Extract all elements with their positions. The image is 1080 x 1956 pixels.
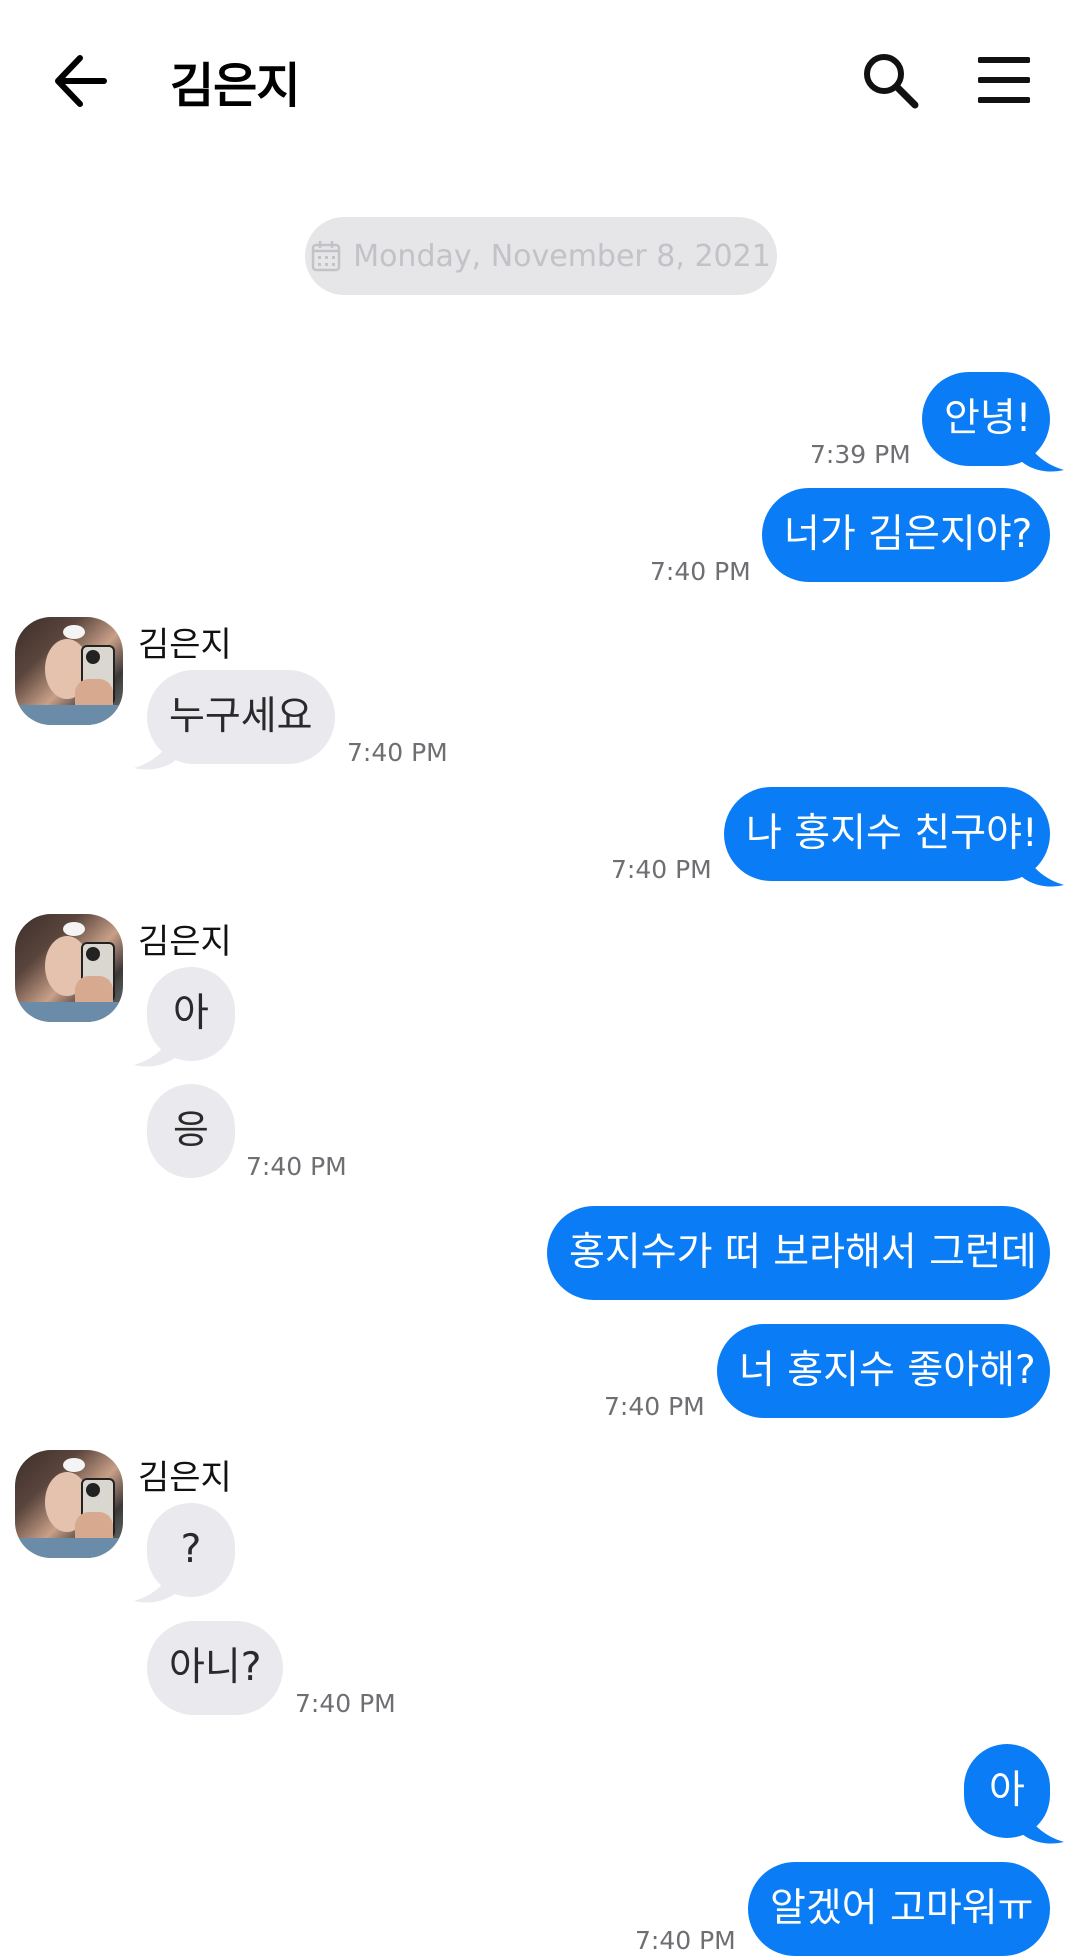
message-timestamp: 7:40 PM — [650, 557, 751, 586]
chat-title: 김은지 — [170, 58, 300, 114]
message-timestamp: 7:39 PM — [810, 440, 911, 469]
chat-header: 김은지 — [0, 0, 1080, 160]
hamburger-menu-icon[interactable] — [977, 55, 1031, 105]
date-separator-text: Monday, November 8, 2021 — [353, 238, 771, 274]
outgoing-message-bubble[interactable]: 너 홍지수 좋아해? — [717, 1324, 1050, 1418]
bubble-tail — [1020, 430, 1064, 472]
message-timestamp: 7:40 PM — [295, 1689, 396, 1718]
calendar-icon — [311, 241, 341, 272]
contact-avatar[interactable] — [15, 1450, 123, 1558]
back-arrow-icon[interactable] — [50, 48, 110, 114]
message-timestamp: 7:40 PM — [635, 1926, 736, 1955]
sender-name: 김은지 — [138, 625, 232, 665]
sender-name: 김은지 — [138, 1458, 232, 1498]
contact-avatar[interactable] — [15, 914, 123, 1022]
outgoing-message-bubble[interactable]: 홍지수가 떠 보라해서 그런데 — [547, 1206, 1050, 1300]
date-separator: Monday, November 8, 2021 — [305, 217, 777, 295]
outgoing-message-bubble[interactable]: 나 홍지수 친구야! — [724, 787, 1050, 881]
message-timestamp: 7:40 PM — [246, 1152, 347, 1181]
sender-name: 김은지 — [138, 922, 232, 962]
message-timestamp: 7:40 PM — [347, 738, 448, 767]
message-timestamp: 7:40 PM — [604, 1392, 705, 1421]
search-icon[interactable] — [860, 50, 920, 110]
contact-avatar[interactable] — [15, 617, 123, 725]
outgoing-message-bubble[interactable]: 너가 김은지야? — [762, 488, 1050, 582]
incoming-message-bubble[interactable]: 아니? — [147, 1621, 283, 1715]
incoming-message-bubble[interactable]: 응 — [147, 1084, 235, 1178]
bubble-tail — [1020, 845, 1064, 887]
message-timestamp: 7:40 PM — [611, 855, 712, 884]
bubble-tail — [1020, 1802, 1064, 1844]
bubble-tail — [134, 1025, 178, 1067]
bubble-tail — [134, 1561, 178, 1603]
bubble-tail — [134, 728, 178, 770]
outgoing-message-bubble[interactable]: 알겠어 고마워ㅠ — [748, 1862, 1050, 1956]
